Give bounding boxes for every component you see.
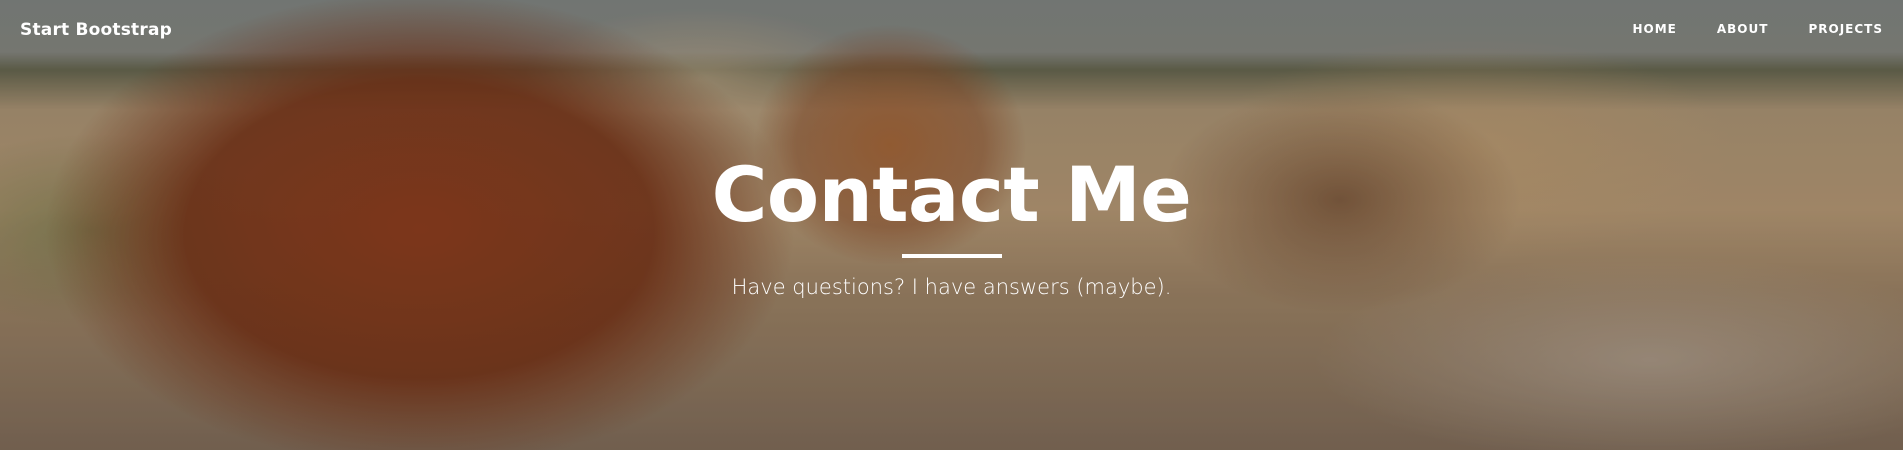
masthead-header: Start Bootstrap HOME ABOUT PROJECTS Cont… — [0, 0, 1903, 450]
nav-link-projects[interactable]: PROJECTS — [1768, 22, 1883, 36]
brand-link[interactable]: Start Bootstrap — [20, 20, 172, 40]
nav-link-home[interactable]: HOME — [1592, 22, 1676, 36]
nav-menu: HOME ABOUT PROJECTS — [1592, 22, 1883, 36]
nav-item-about: ABOUT — [1677, 22, 1769, 36]
nav-item-projects: PROJECTS — [1768, 22, 1883, 36]
page-heading: Contact Me Have questions? I have answer… — [0, 0, 1903, 450]
heading-divider — [902, 254, 1002, 258]
nav-item-home: HOME — [1592, 22, 1676, 36]
nav-link-about[interactable]: ABOUT — [1677, 22, 1769, 36]
page-title: Contact Me — [711, 150, 1192, 239]
top-navbar: Start Bootstrap HOME ABOUT PROJECTS — [0, 0, 1903, 62]
page-subheading: Have questions? I have answers (maybe). — [731, 275, 1172, 299]
